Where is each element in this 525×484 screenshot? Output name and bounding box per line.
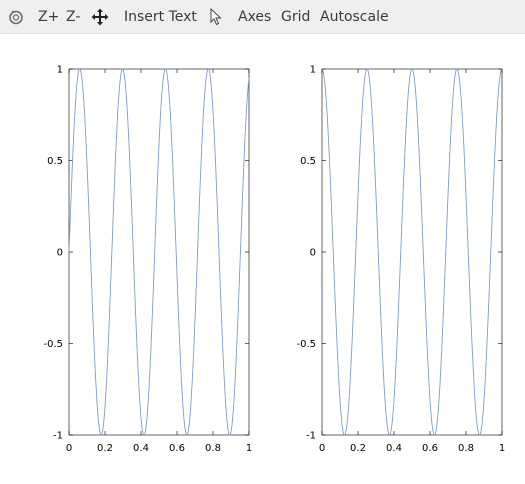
grid-label: Grid [281, 9, 311, 25]
series-line [321, 68, 503, 436]
x-tick-label: 0.4 [386, 443, 402, 454]
x-tick-label: 1 [499, 443, 505, 454]
subplot-right[interactable]: 0 0.2 0.4 0.6 0.8 1 -1 -0.5 0 0.5 1 [296, 65, 505, 455]
select-pointer-icon [206, 7, 226, 27]
x-tick-label: 0.6 [422, 443, 438, 454]
insert-text-button[interactable]: Insert Text [124, 0, 197, 34]
x-tick-label: 0.2 [97, 443, 113, 454]
plot-toolbar: Z+ Z- Insert Text Axes Grid Autoscale [0, 0, 525, 34]
y-tick-label: -0.5 [43, 339, 63, 350]
y-tick-label: 0.5 [300, 156, 316, 167]
y-tick-label: 0 [57, 248, 63, 259]
y-tick-label: -1 [306, 431, 316, 442]
zoom-out-label: Z- [66, 9, 81, 25]
x-tick-label: 0 [66, 443, 72, 454]
x-tick-label: 0.6 [169, 443, 185, 454]
y-tick-label: 1 [57, 65, 63, 76]
select-button[interactable] [206, 0, 226, 34]
y-tick-label: -0.5 [296, 339, 316, 350]
pan-icon [90, 7, 110, 27]
x-tick-label: 0.4 [133, 443, 149, 454]
y-tick-label: -1 [53, 431, 63, 442]
x-tick-label: 0.8 [458, 443, 474, 454]
zoom-out-button[interactable]: Z- [66, 0, 80, 34]
x-tick-label: 0.2 [350, 443, 366, 454]
zoom-in-button[interactable]: Z+ [38, 0, 59, 34]
axes-button[interactable]: Axes [238, 0, 271, 34]
autoscale-label: Autoscale [320, 9, 389, 25]
x-tick-label: 0.8 [205, 443, 221, 454]
y-tick-label: 0 [310, 248, 316, 259]
autoscale-button[interactable]: Autoscale [320, 0, 389, 34]
x-tick-label: 1 [246, 443, 252, 454]
subplot-left[interactable]: 0 0.2 0.4 0.6 0.8 1 -1 -0.5 0 0.5 1 [43, 65, 252, 455]
y-tick-label: 1 [310, 65, 316, 76]
axes-label: Axes [238, 9, 272, 25]
plot-area: 0 0.2 0.4 0.6 0.8 1 -1 -0.5 0 0.5 1 0 0.2 0.4 0.6 0.8 1… [0, 34, 525, 480]
series-line [68, 68, 250, 436]
zoom-in-label: Z+ [38, 9, 60, 25]
pan-button[interactable] [90, 0, 110, 34]
axes-frame [321, 68, 503, 436]
x-tick-label: 0 [319, 443, 325, 454]
grid-button[interactable]: Grid [281, 0, 310, 34]
rotate-icon [6, 7, 26, 27]
insert-text-label: Insert Text [124, 9, 197, 25]
charts-svg: 0 0.2 0.4 0.6 0.8 1 -1 -0.5 0 0.5 1 0 0.2 0.4 0.6 0.8 1… [43, 65, 505, 455]
rotate-button[interactable] [6, 0, 26, 34]
y-tick-label: 0.5 [47, 156, 63, 167]
